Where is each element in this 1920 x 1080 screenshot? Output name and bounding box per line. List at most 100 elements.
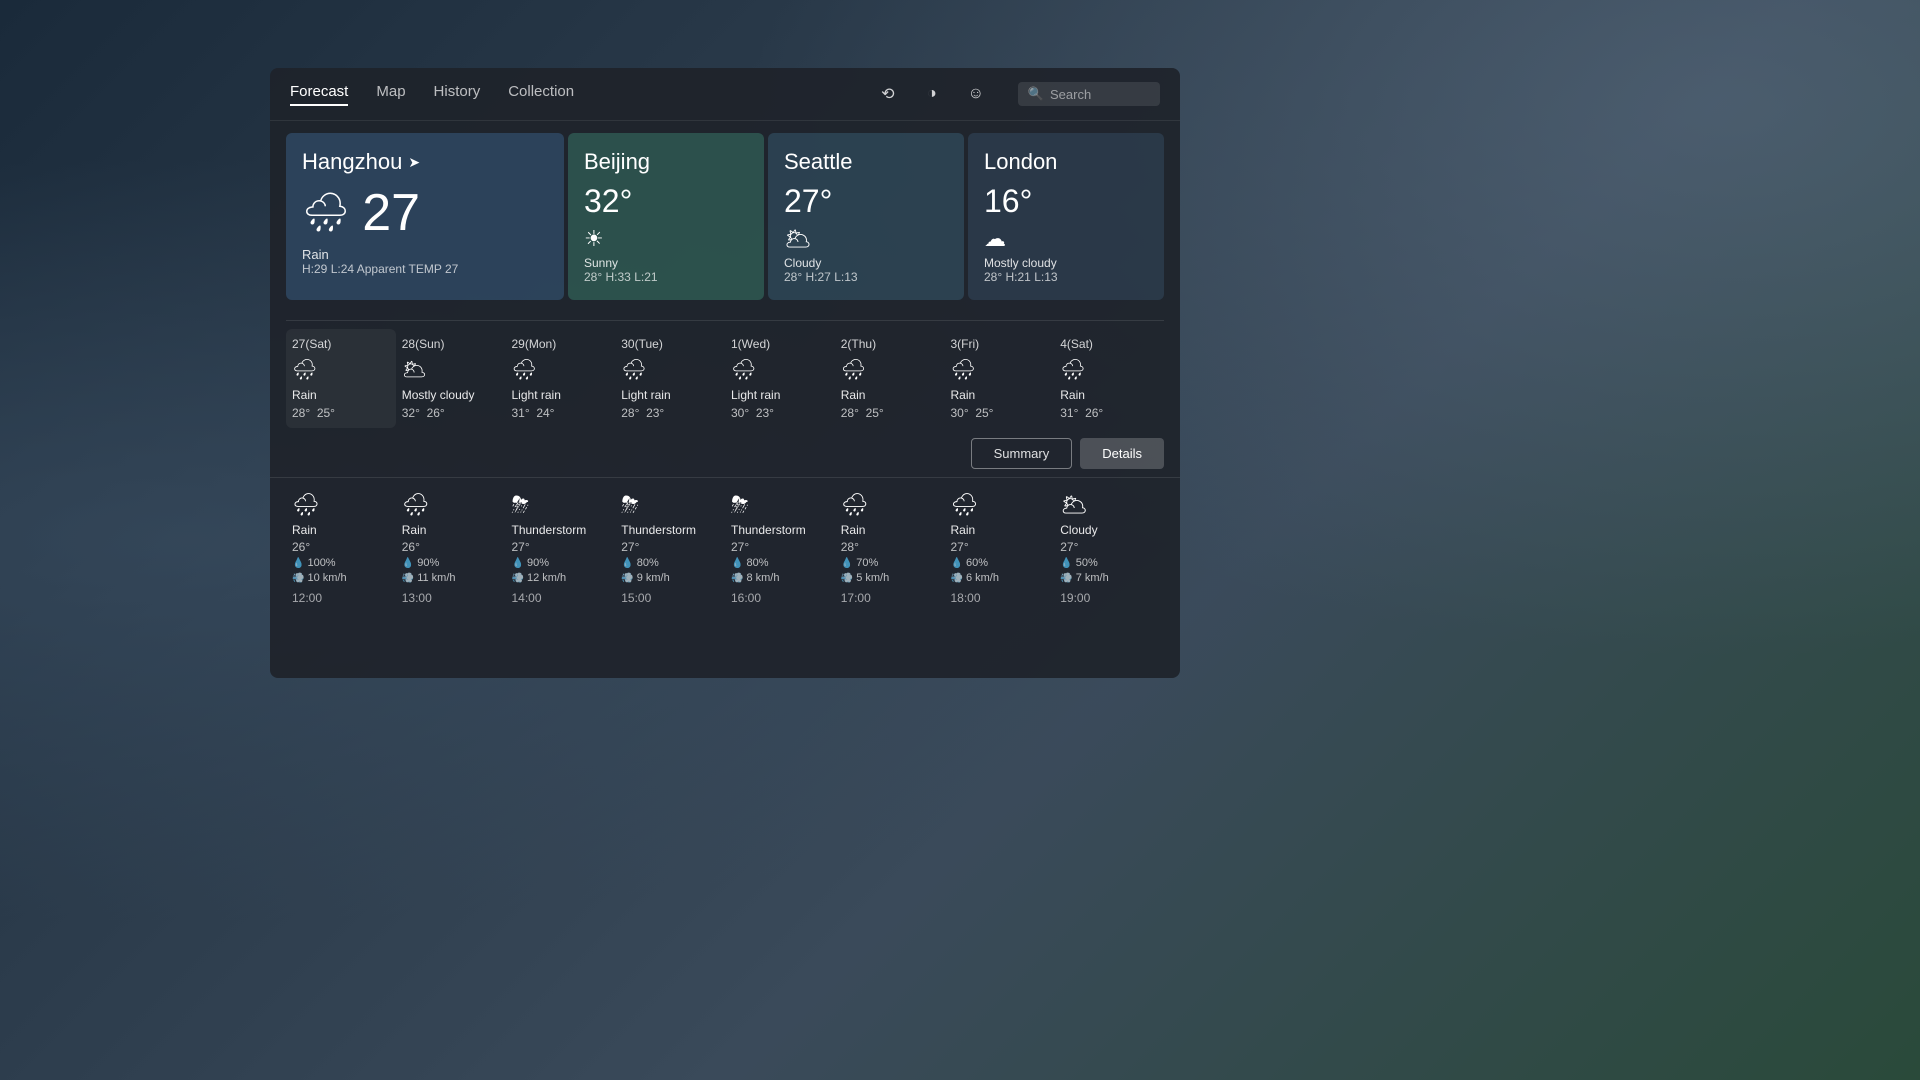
precip-icon: 💧 <box>512 558 524 569</box>
daily-cell[interactable]: 2(Thu) 🌧 Rain 28° 25° <box>835 329 945 428</box>
hourly-condition: Cloudy <box>1060 523 1097 537</box>
hourly-condition: Rain <box>841 523 866 537</box>
hourly-wind: 💨10 km/h <box>292 572 347 584</box>
day-condition: Rain <box>292 388 317 402</box>
hourly-icon: 🌧 <box>841 492 869 518</box>
precip-icon: 💧 <box>402 558 414 569</box>
day-icon: 🌧 <box>621 357 646 382</box>
day-condition: Rain <box>1060 388 1085 402</box>
rotate-icon[interactable]: ⟲ <box>874 80 902 108</box>
hourly-precip: 💧70% <box>841 557 878 569</box>
hourly-wind: 💨9 km/h <box>621 572 669 584</box>
daily-cell[interactable]: 27(Sat) 🌧 Rain 28° 25° <box>286 329 396 428</box>
hourly-wind: 💨12 km/h <box>512 572 567 584</box>
hourly-condition: Thunderstorm <box>731 523 806 537</box>
hourly-temp: 27° <box>621 540 639 554</box>
tab-forecast[interactable]: Forecast <box>290 83 348 106</box>
day-temps: 30° 25° <box>951 406 994 420</box>
hourly-time: 17:00 <box>841 591 871 605</box>
hourly-wind: 💨7 km/h <box>1060 572 1108 584</box>
app-window: Forecast Map History Collection ⟲ ◑ ☺ 🔍 … <box>270 68 1180 678</box>
hourly-temp: 27° <box>951 540 969 554</box>
hourly-icon: 🌥 <box>1060 492 1088 518</box>
hourly-icon: 🌧 <box>292 492 320 518</box>
day-label: 3(Fri) <box>951 337 980 351</box>
beijing-icon: ☀ <box>584 226 748 252</box>
city-card-beijing[interactable]: Beijing 32° ☀ Sunny 28° H:33 L:21 <box>568 133 764 300</box>
hourly-precip: 💧80% <box>731 557 768 569</box>
tab-history[interactable]: History <box>434 83 481 106</box>
hourly-time: 19:00 <box>1060 591 1090 605</box>
hangzhou-hl: H:29 L:24 Apparent TEMP 27 <box>302 262 548 276</box>
search-input[interactable] <box>1050 87 1150 102</box>
hourly-temp: 26° <box>292 540 310 554</box>
london-icon: ☁ <box>984 226 1148 252</box>
day-condition: Light rain <box>512 388 561 402</box>
seattle-temp: 27° <box>784 183 948 220</box>
london-temp: 16° <box>984 183 1148 220</box>
precip-icon: 💧 <box>841 558 853 569</box>
search-icon: 🔍 <box>1028 86 1044 102</box>
hourly-cell: 🌥 Cloudy 27° 💧50% 💨7 km/h 19:00 <box>1054 486 1164 611</box>
daily-cell[interactable]: 1(Wed) 🌧 Light rain 30° 23° <box>725 329 835 428</box>
daily-grid: 27(Sat) 🌧 Rain 28° 25° 28(Sun) 🌥 Mostly … <box>286 320 1164 428</box>
hourly-cell: 🌧 Rain 27° 💧60% 💨6 km/h 18:00 <box>945 486 1055 611</box>
day-condition: Light rain <box>621 388 670 402</box>
precip-icon: 💧 <box>621 558 633 569</box>
beijing-condition: Sunny <box>584 256 748 270</box>
day-icon: 🌧 <box>731 357 756 382</box>
city-card-seattle[interactable]: Seattle 27° 🌥 Cloudy 28° H:27 L:13 <box>768 133 964 300</box>
hourly-grid: 🌧 Rain 26° 💧100% 💨10 km/h 12:00 🌧 Rain 2… <box>286 486 1164 611</box>
day-temps: 32° 26° <box>402 406 445 420</box>
daily-cell[interactable]: 29(Mon) 🌧 Light rain 31° 24° <box>506 329 616 428</box>
hourly-condition: Rain <box>402 523 427 537</box>
seattle-hl: 28° H:27 L:13 <box>784 270 948 284</box>
wind-icon: 💨 <box>621 573 633 584</box>
hourly-wind: 💨6 km/h <box>951 572 999 584</box>
hourly-cell: 🌧 Rain 26° 💧90% 💨11 km/h 13:00 <box>396 486 506 611</box>
hourly-condition: Rain <box>292 523 317 537</box>
hourly-icon: ⛈ <box>731 492 749 518</box>
precip-icon: 💧 <box>1060 558 1072 569</box>
precip-icon: 💧 <box>951 558 963 569</box>
daily-section: 27(Sat) 🌧 Rain 28° 25° 28(Sun) 🌥 Mostly … <box>270 312 1180 428</box>
tab-collection[interactable]: Collection <box>508 83 574 106</box>
hourly-precip: 💧80% <box>621 557 658 569</box>
day-icon: 🌥 <box>402 357 427 382</box>
hourly-wind: 💨5 km/h <box>841 572 889 584</box>
day-label: 4(Sat) <box>1060 337 1093 351</box>
seattle-condition: Cloudy <box>784 256 948 270</box>
hourly-cell: ⛈ Thunderstorm 27° 💧80% 💨8 km/h 16:00 <box>725 486 835 611</box>
search-box[interactable]: 🔍 <box>1018 82 1160 106</box>
city-card-london[interactable]: London 16° ☁ Mostly cloudy 28° H:21 L:13 <box>968 133 1164 300</box>
day-icon: 🌧 <box>1060 357 1085 382</box>
beijing-name: Beijing <box>584 149 748 175</box>
face-icon[interactable]: ☺ <box>962 80 990 108</box>
day-temps: 31° 26° <box>1060 406 1103 420</box>
details-button[interactable]: Details <box>1080 438 1164 469</box>
hourly-precip: 💧90% <box>402 557 439 569</box>
tab-map[interactable]: Map <box>376 83 405 106</box>
daily-cell[interactable]: 30(Tue) 🌧 Light rain 28° 23° <box>615 329 725 428</box>
hourly-precip: 💧60% <box>951 557 988 569</box>
hourly-condition: Thunderstorm <box>621 523 696 537</box>
contrast-icon[interactable]: ◑ <box>918 80 946 108</box>
hourly-time: 13:00 <box>402 591 432 605</box>
view-buttons: Summary Details <box>270 428 1180 473</box>
hourly-icon: ⛈ <box>621 492 639 518</box>
day-temps: 28° 25° <box>841 406 884 420</box>
daily-cell[interactable]: 28(Sun) 🌥 Mostly cloudy 32° 26° <box>396 329 506 428</box>
hourly-cell: 🌧 Rain 26° 💧100% 💨10 km/h 12:00 <box>286 486 396 611</box>
daily-cell[interactable]: 3(Fri) 🌧 Rain 30° 25° <box>945 329 1055 428</box>
day-icon: 🌧 <box>841 357 866 382</box>
hourly-time: 12:00 <box>292 591 322 605</box>
hourly-condition: Rain <box>951 523 976 537</box>
daily-cell[interactable]: 4(Sat) 🌧 Rain 31° 26° <box>1054 329 1164 428</box>
nav-bar: Forecast Map History Collection ⟲ ◑ ☺ 🔍 <box>270 68 1180 121</box>
day-condition: Rain <box>841 388 866 402</box>
day-label: 28(Sun) <box>402 337 445 351</box>
day-label: 1(Wed) <box>731 337 770 351</box>
summary-button[interactable]: Summary <box>971 438 1073 469</box>
hangzhou-weather-icon: 🌧 <box>302 191 350 235</box>
city-card-hangzhou[interactable]: Hangzhou ➤ 🌧 27 Rain H:29 L:24 Apparent … <box>286 133 564 300</box>
